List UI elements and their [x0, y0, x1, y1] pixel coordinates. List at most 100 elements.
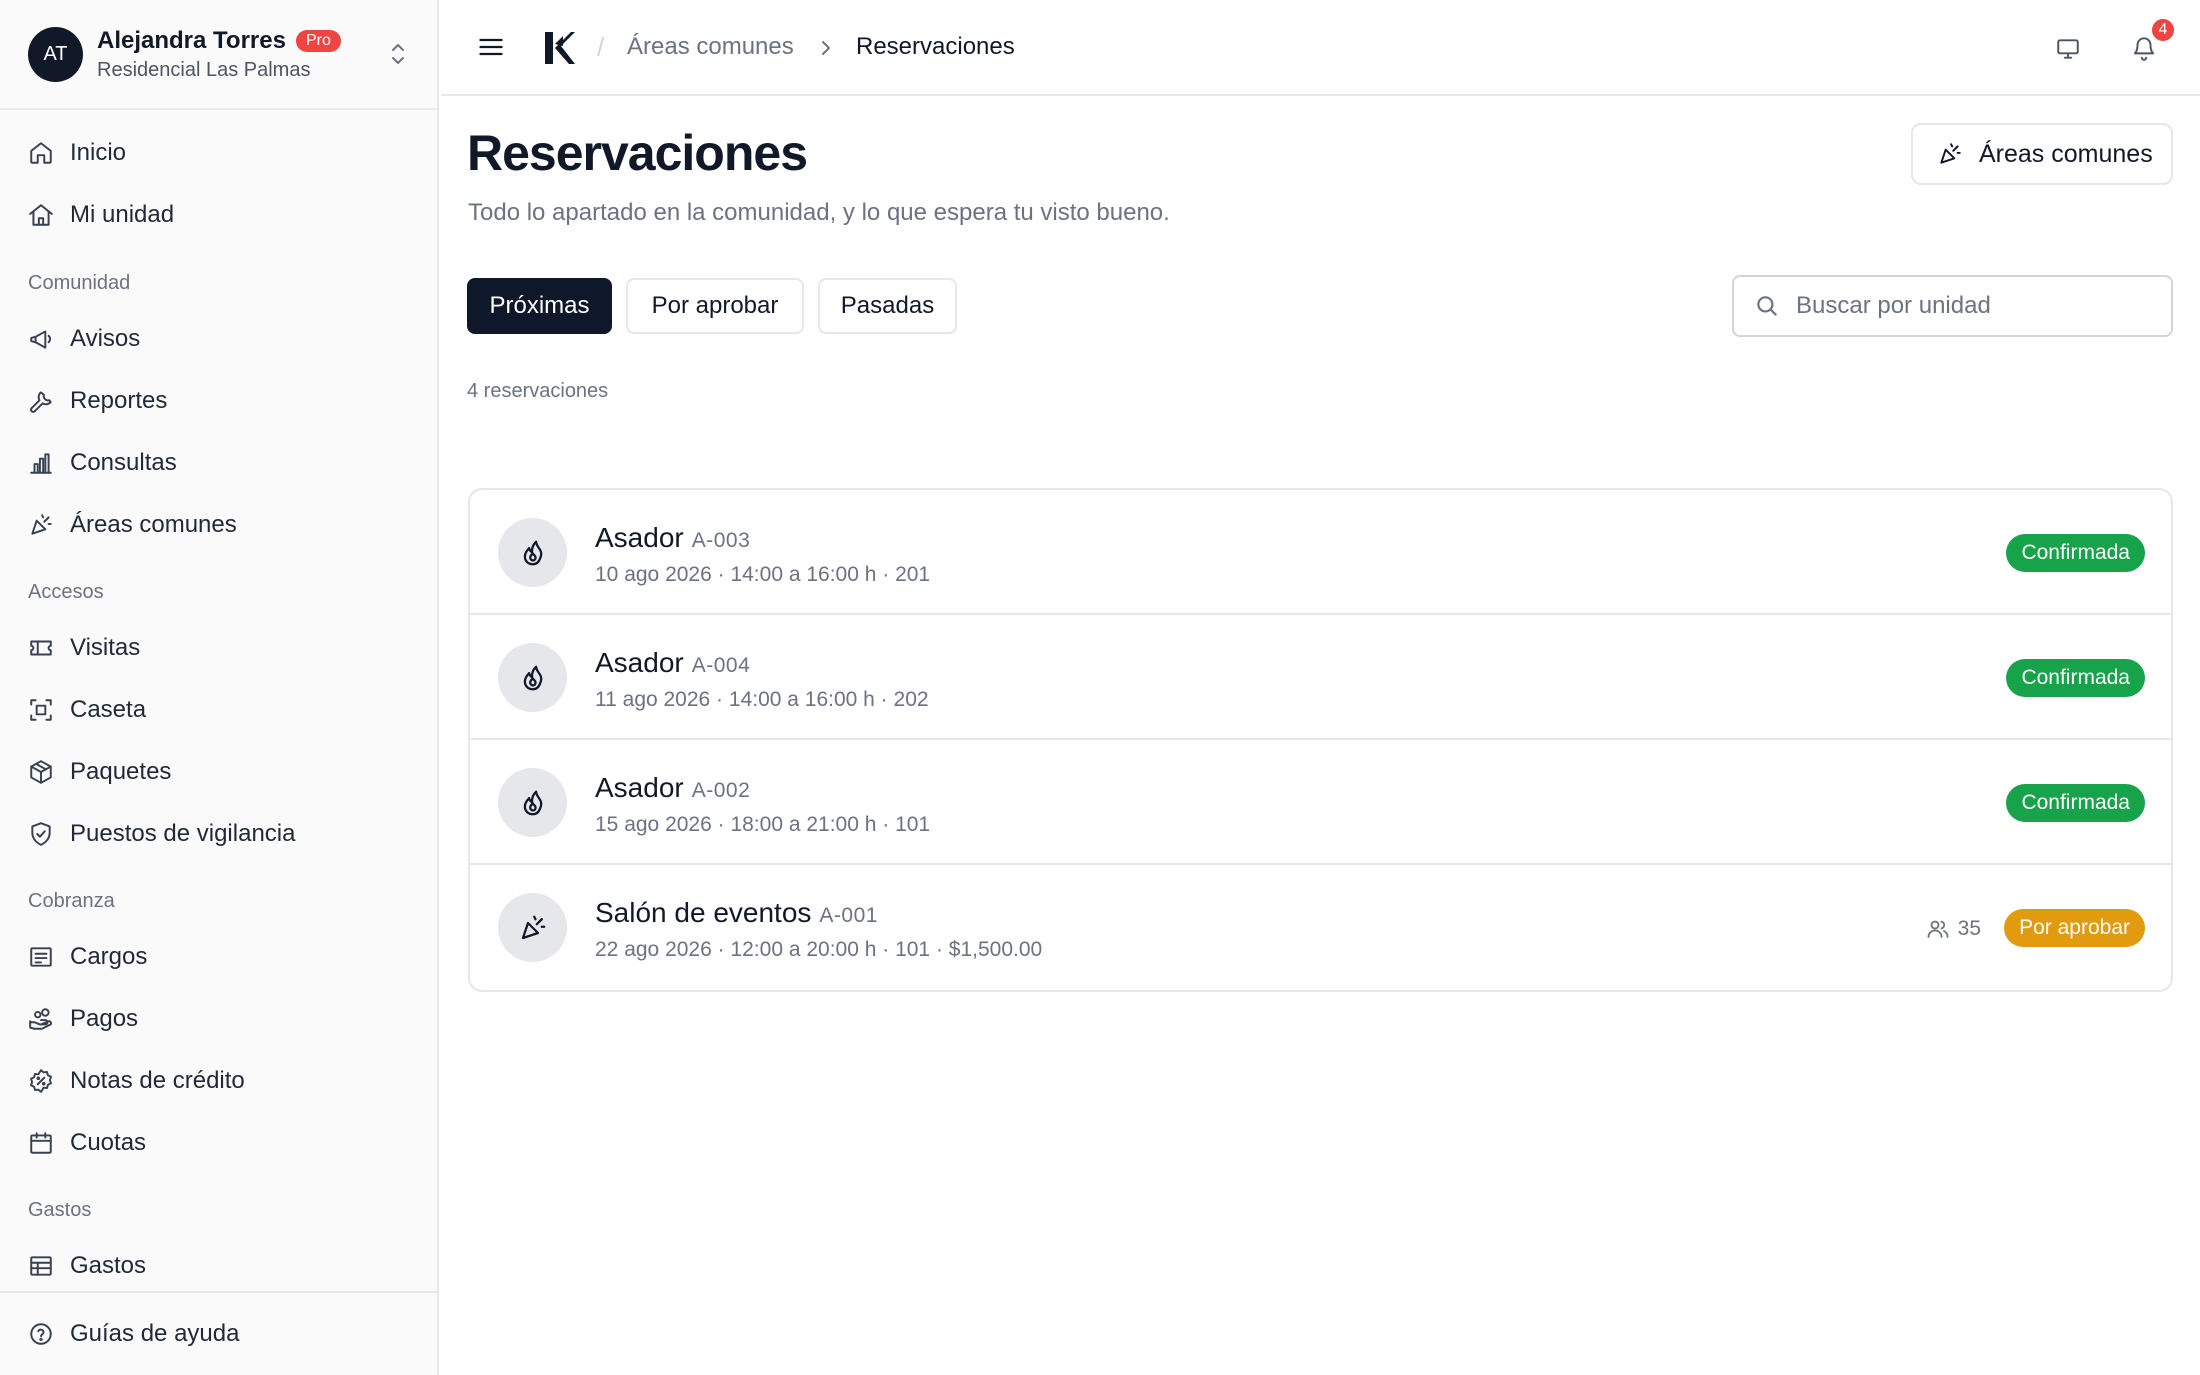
sidebar-item-cuotas[interactable]: Cuotas — [28, 1123, 146, 1163]
sidebar-item-puestos-de-vigilancia[interactable]: Puestos de vigilancia — [28, 814, 295, 854]
sidebar-item-label: Caseta — [70, 696, 147, 723]
sidebar-item-caseta[interactable]: Caseta — [28, 690, 146, 730]
reservation-count: 4 reservaciones — [467, 380, 609, 402]
reservation-details: 11 ago 2026 · 14:00 a 16:00 h · 202 — [595, 688, 929, 711]
chevron-right-icon — [817, 38, 835, 58]
reservation-code: A-003 — [691, 529, 751, 552]
sidebar-item-label: Cuotas — [70, 1129, 147, 1156]
wrench-icon — [28, 388, 54, 414]
section-label-comunidad: Comunidad — [28, 272, 131, 294]
sidebar-item-label: Visitas — [70, 634, 141, 661]
sidebar-item-guias-de-ayuda[interactable]: Guías de ayuda — [28, 1314, 239, 1354]
house-icon — [28, 202, 54, 228]
sidebar-item-label: Avisos — [70, 325, 141, 352]
ticket-icon — [28, 635, 54, 661]
organization-name: Residencial Las Palmas — [97, 58, 311, 81]
reservation-details: 22 ago 2026 · 12:00 a 20:00 h · 101 · $1… — [595, 938, 1043, 961]
account-switcher[interactable]: AT Alejandra Torres Pro Residencial Las … — [0, 0, 437, 110]
areas-comunes-button-label: Áreas comunes — [1979, 139, 2153, 168]
guest-count-value: 35 — [1957, 917, 1981, 940]
breadcrumb-parent[interactable]: Áreas comunes — [627, 33, 794, 61]
sidebar-item-label: Gastos — [70, 1252, 147, 1279]
sidebar: AT Alejandra Torres Pro Residencial Las … — [0, 0, 439, 1375]
areas-comunes-button[interactable]: Áreas comunes — [1911, 123, 2173, 185]
reservation-row[interactable]: Asador A-004 11 ago 2026 · 14:00 a 16:00… — [470, 615, 2171, 740]
reservation-code: A-002 — [691, 779, 751, 802]
calendar-icon — [28, 1130, 54, 1156]
reservation-code: A-004 — [691, 654, 751, 677]
reservation-area-name: Salón de eventos — [595, 897, 812, 928]
account-name: Alejandra Torres — [97, 26, 286, 54]
search-box[interactable] — [1732, 275, 2173, 337]
sidebar-item-notas-de-credito[interactable]: Notas de crédito — [28, 1061, 245, 1101]
sidebar-item-mi-unidad[interactable]: Mi unidad — [28, 195, 174, 235]
monitor-icon[interactable] — [2055, 36, 2081, 62]
flame-icon — [498, 643, 567, 712]
page-title: Reservaciones — [467, 125, 808, 181]
sidebar-item-label: Notas de crédito — [70, 1067, 245, 1094]
sidebar-item-cargos[interactable]: Cargos — [28, 937, 147, 977]
status-badge: Por aprobar — [2004, 909, 2145, 947]
sidebar-item-gastos[interactable]: Gastos — [28, 1246, 146, 1286]
status-badge: Confirmada — [2006, 659, 2145, 697]
sidebar-item-label: Guías de ayuda — [70, 1320, 240, 1347]
reservation-area-name: Asador — [595, 522, 684, 553]
reservation-details: 10 ago 2026 · 14:00 a 16:00 h · 201 — [595, 563, 931, 586]
sidebar-item-avisos[interactable]: Avisos — [28, 319, 140, 359]
status-badge: Confirmada — [2006, 784, 2145, 822]
badge-percent-icon — [28, 1068, 54, 1094]
sidebar-item-areas-comunes[interactable]: Áreas comunes — [28, 505, 237, 545]
guest-count: 35 — [1926, 917, 1981, 941]
reservation-list: Asador A-003 10 ago 2026 · 14:00 a 16:00… — [468, 488, 2173, 992]
bar-chart-icon — [28, 450, 54, 476]
section-label-cobranza: Cobranza — [28, 890, 115, 912]
plan-badge: Pro — [295, 29, 341, 52]
flame-icon — [498, 518, 567, 587]
package-icon — [28, 759, 54, 785]
reservation-code: A-001 — [819, 904, 878, 927]
party-popper-icon — [28, 512, 54, 538]
receipt-icon — [28, 944, 54, 970]
sidebar-item-label: Inicio — [70, 139, 127, 166]
sidebar-item-label: Reportes — [70, 387, 168, 414]
search-input[interactable] — [1796, 292, 2156, 320]
sidebar-item-label: Puestos de vigilancia — [70, 820, 296, 847]
topbar: / Áreas comunes Reservaciones 4 — [441, 0, 2200, 96]
sidebar-item-inicio[interactable]: Inicio — [28, 133, 126, 173]
home-icon — [28, 140, 54, 166]
flame-icon — [498, 768, 567, 837]
scan-icon — [28, 697, 54, 723]
party-popper-icon — [498, 893, 567, 962]
party-popper-icon — [1937, 141, 1963, 167]
help-circle-icon — [28, 1321, 54, 1347]
notification-badge: 4 — [2150, 17, 2176, 43]
hand-coins-icon — [28, 1006, 54, 1032]
menu-icon[interactable] — [477, 33, 505, 61]
sidebar-item-reportes[interactable]: Reportes — [28, 381, 167, 421]
sidebar-footer: Guías de ayuda — [0, 1291, 437, 1375]
reservation-details: 15 ago 2026 · 18:00 a 21:00 h · 101 — [595, 813, 931, 836]
sidebar-item-label: Pagos — [70, 1005, 139, 1032]
section-label-accesos: Accesos — [28, 581, 104, 603]
reservation-area-name: Asador — [595, 772, 684, 803]
reservation-row[interactable]: Asador A-003 10 ago 2026 · 14:00 a 16:00… — [470, 490, 2171, 615]
reservation-row[interactable]: Asador A-002 15 ago 2026 · 18:00 a 21:00… — [470, 740, 2171, 865]
reservation-area-name: Asador — [595, 647, 684, 678]
tab-proximas[interactable]: Próximas — [467, 278, 612, 334]
section-label-gastos: Gastos — [28, 1199, 92, 1221]
avatar: AT — [28, 26, 83, 82]
sidebar-item-label: Cargos — [70, 943, 148, 970]
breadcrumb-separator: / — [597, 32, 605, 62]
spreadsheet-icon — [28, 1253, 54, 1279]
sidebar-item-pagos[interactable]: Pagos — [28, 999, 138, 1039]
tab-pasadas[interactable]: Pasadas — [818, 278, 957, 334]
megaphone-icon — [28, 326, 54, 352]
app-logo[interactable] — [543, 30, 577, 66]
reservation-row[interactable]: Salón de eventos A-001 22 ago 2026 · 12:… — [470, 865, 2171, 990]
sidebar-item-paquetes[interactable]: Paquetes — [28, 752, 171, 792]
chevrons-up-down-icon — [387, 39, 409, 69]
page-subtitle: Todo lo apartado en la comunidad, y lo q… — [468, 199, 1170, 226]
sidebar-item-consultas[interactable]: Consultas — [28, 443, 177, 483]
sidebar-item-visitas[interactable]: Visitas — [28, 628, 140, 668]
tab-por-aprobar[interactable]: Por aprobar — [626, 278, 804, 334]
